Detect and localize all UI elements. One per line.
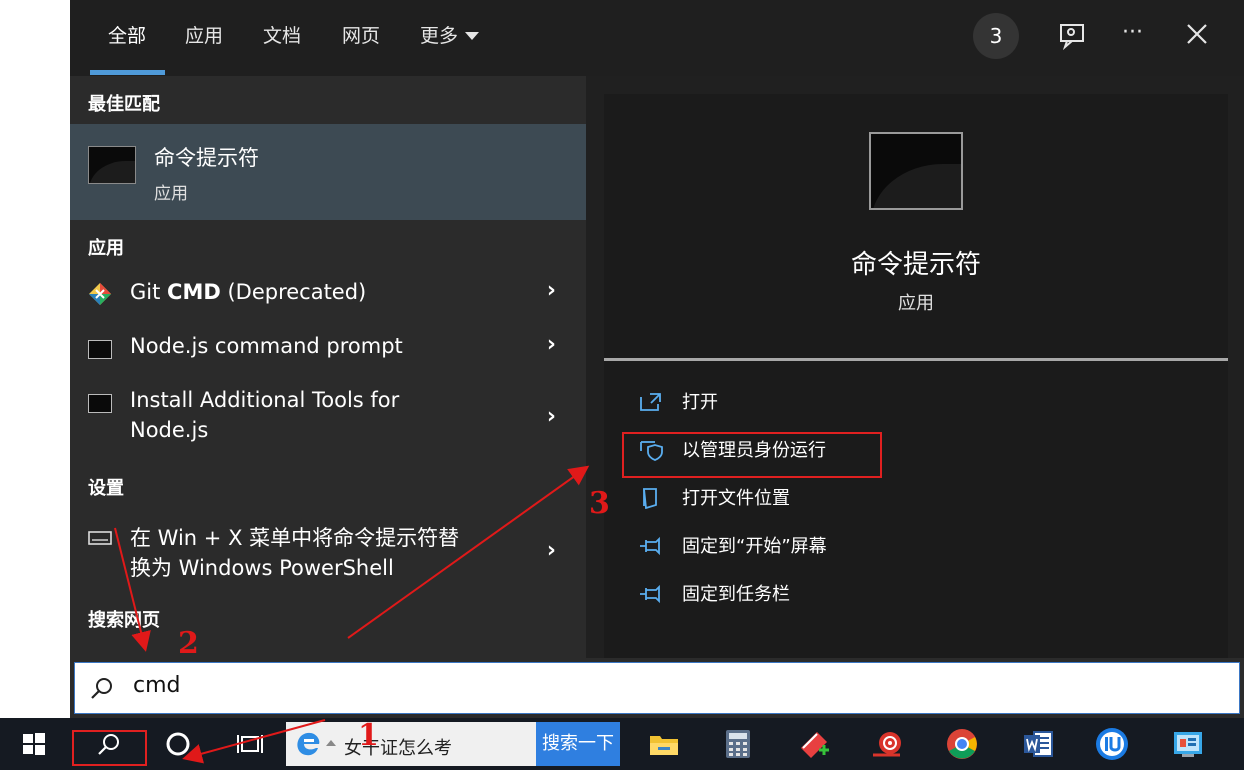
- annotation-1: 1: [358, 718, 379, 753]
- annotation-3: 3: [589, 486, 610, 521]
- annotation-2: 2: [178, 626, 199, 661]
